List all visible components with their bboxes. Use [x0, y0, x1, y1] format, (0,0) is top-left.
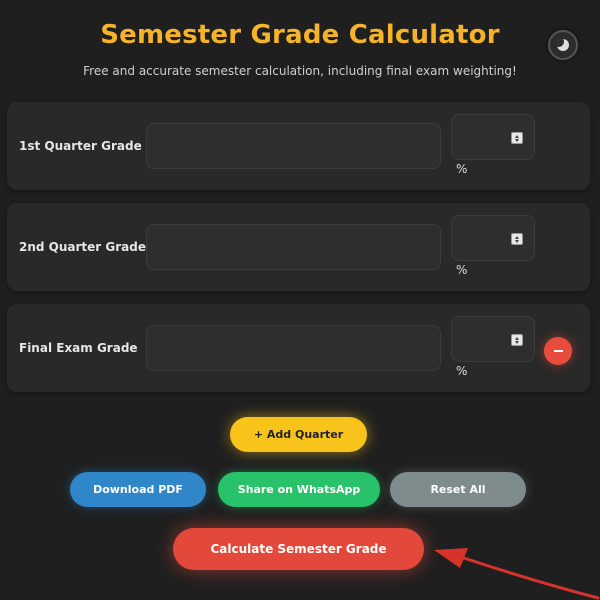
- weight-input[interactable]: [451, 316, 535, 362]
- arrow-icon: [434, 548, 600, 600]
- page-subtitle: Free and accurate semester calculation, …: [83, 64, 517, 78]
- page-title: Semester Grade Calculator: [100, 20, 500, 50]
- spinner-icon[interactable]: [511, 233, 523, 245]
- moon-icon: [557, 39, 569, 51]
- row-label: 2nd Quarter Grade: [19, 240, 146, 254]
- spinner-icon[interactable]: [511, 132, 523, 144]
- grade-input[interactable]: [146, 325, 441, 371]
- calculate-semester-button[interactable]: Calculate Semester Grade: [173, 528, 424, 570]
- row-label: 1st Quarter Grade: [19, 139, 142, 153]
- row-label: Final Exam Grade: [19, 341, 138, 355]
- grade-row-final-exam: Final Exam Grade %: [7, 304, 590, 392]
- weight-input[interactable]: [451, 114, 535, 160]
- percent-unit: %: [456, 162, 468, 176]
- grade-input[interactable]: [146, 123, 441, 169]
- spinner-icon[interactable]: [511, 334, 523, 346]
- reset-all-button[interactable]: Reset All: [390, 472, 526, 507]
- percent-unit: %: [456, 263, 468, 277]
- download-pdf-button[interactable]: Download PDF: [70, 472, 206, 507]
- weight-input[interactable]: [451, 215, 535, 261]
- grade-input[interactable]: [146, 224, 441, 270]
- grade-row-1st-quarter: 1st Quarter Grade %: [7, 102, 590, 190]
- remove-row-button[interactable]: [544, 337, 572, 365]
- grade-row-2nd-quarter: 2nd Quarter Grade %: [7, 203, 590, 291]
- theme-toggle-button[interactable]: [548, 30, 578, 60]
- share-whatsapp-button[interactable]: Share on WhatsApp: [218, 472, 380, 507]
- minus-icon: [553, 350, 563, 352]
- add-quarter-button[interactable]: + Add Quarter: [230, 417, 367, 452]
- percent-unit: %: [456, 364, 468, 378]
